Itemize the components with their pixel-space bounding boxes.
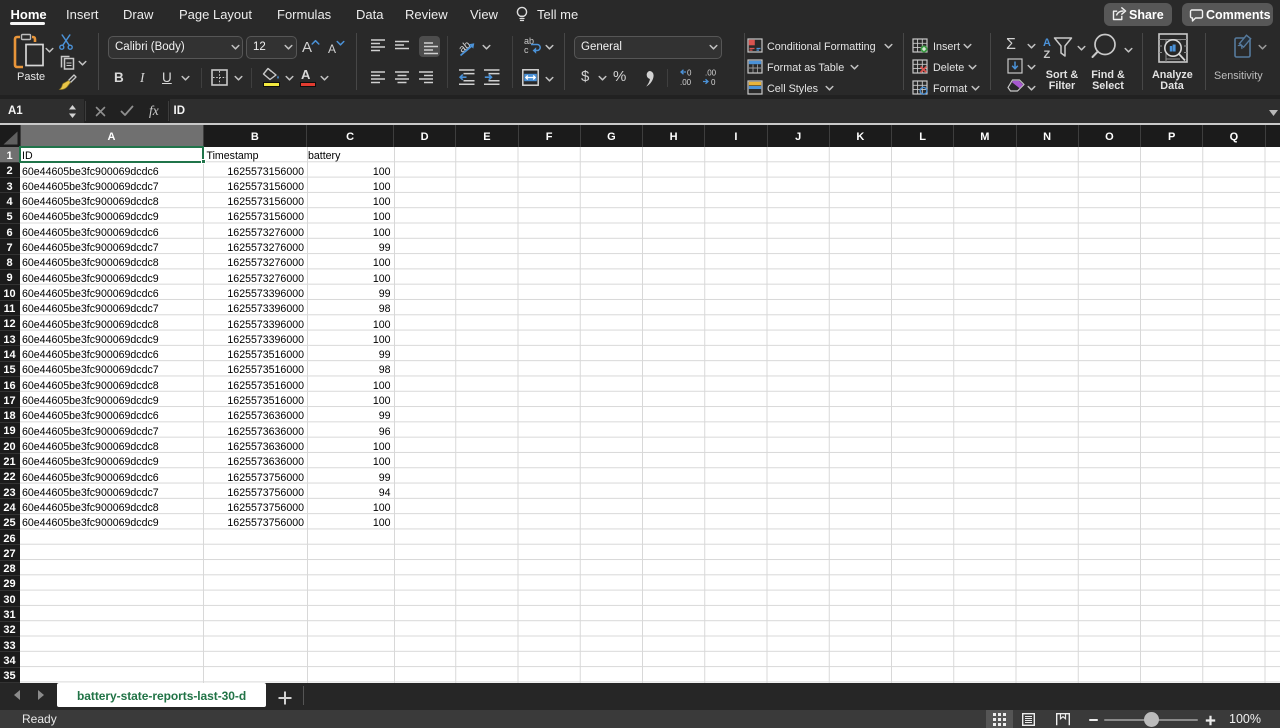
svg-text:0: 0 bbox=[711, 78, 716, 87]
svg-text:.00: .00 bbox=[680, 78, 692, 87]
svg-text:A: A bbox=[1043, 37, 1051, 49]
svg-text:.00: .00 bbox=[705, 69, 717, 78]
svg-text:Z: Z bbox=[1044, 49, 1051, 59]
svg-text:0: 0 bbox=[687, 69, 692, 78]
